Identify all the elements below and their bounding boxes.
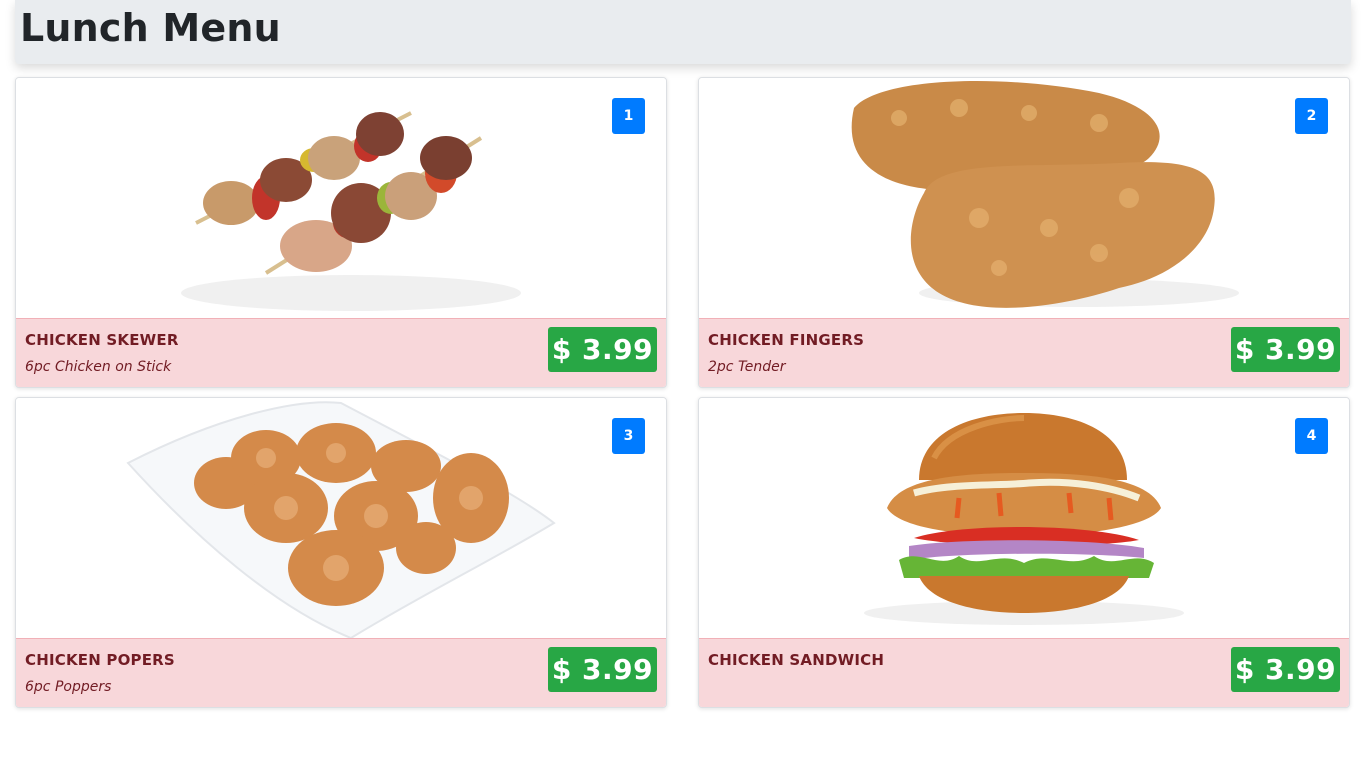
item-number-badge: 2 [1295, 98, 1328, 134]
item-description: 6pc Chicken on Stick [25, 359, 172, 375]
item-info-panel: CHICKEN SANDWICH $ 3.99 [699, 638, 1349, 707]
item-name: CHICKEN SANDWICH [708, 651, 885, 669]
page-title: Lunch Menu [20, 6, 281, 50]
item-description: 2pc Tender [708, 359, 786, 375]
menu-card-chicken-skewer[interactable]: 1 CHICKEN SKEWER 6pc Chicken on Stick $ … [15, 77, 667, 388]
item-price: $ 3.99 [1231, 647, 1340, 692]
item-number-badge: 1 [612, 98, 645, 134]
item-price: $ 3.99 [548, 647, 657, 692]
item-number-badge: 4 [1295, 418, 1328, 454]
item-price: $ 3.99 [548, 327, 657, 372]
item-name: CHICKEN FINGERS [708, 331, 865, 349]
item-info-panel: CHICKEN POPERS 6pc Poppers $ 3.99 [16, 638, 666, 707]
item-name: CHICKEN SKEWER [25, 331, 179, 349]
item-name: CHICKEN POPERS [25, 651, 175, 669]
item-info-panel: CHICKEN SKEWER 6pc Chicken on Stick $ 3.… [16, 318, 666, 387]
menu-card-chicken-popers[interactable]: 3 CHICKEN POPERS 6pc Poppers $ 3.99 [15, 397, 667, 708]
menu-card-chicken-fingers[interactable]: 2 CHICKEN FINGERS 2pc Tender $ 3.99 [698, 77, 1350, 388]
item-price: $ 3.99 [1231, 327, 1340, 372]
item-description: 6pc Poppers [25, 679, 112, 695]
item-info-panel: CHICKEN FINGERS 2pc Tender $ 3.99 [699, 318, 1349, 387]
chicken-sandwich-image [699, 398, 1349, 638]
chicken-skewer-image [16, 78, 666, 318]
page-header: Lunch Menu [15, 0, 1351, 64]
item-number-badge: 3 [612, 418, 645, 454]
chicken-fingers-image [699, 78, 1349, 318]
menu-card-chicken-sandwich[interactable]: 4 CHICKEN SANDWICH $ 3.99 [698, 397, 1350, 708]
chicken-popers-image [16, 398, 666, 638]
